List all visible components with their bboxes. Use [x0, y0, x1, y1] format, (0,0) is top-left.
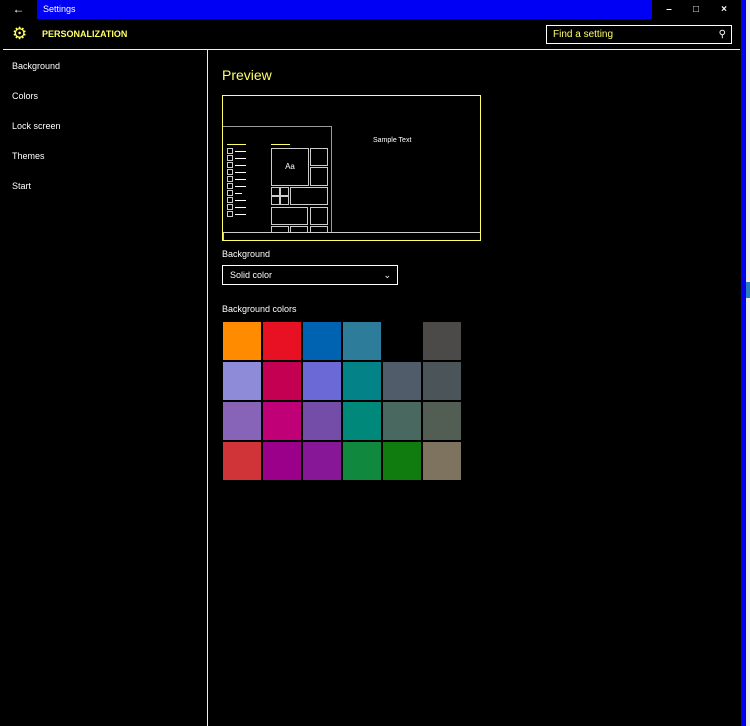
sidebar-item-themes[interactable]: Themes: [12, 151, 45, 161]
preview-list-box: [227, 169, 233, 175]
window-title: Settings: [37, 0, 652, 19]
preview-image: Aa Sample Text: [222, 95, 481, 241]
page-title: PERSONALIZATION: [42, 29, 128, 39]
color-swatch[interactable]: [263, 322, 301, 360]
preview-list-box: [227, 148, 233, 154]
sidebar-item-start[interactable]: Start: [12, 181, 31, 191]
color-swatch[interactable]: [383, 362, 421, 400]
search-placeholder: Find a setting: [553, 29, 614, 40]
desktop-background: [746, 0, 750, 726]
divider: [3, 49, 740, 50]
preview-list-box: [227, 155, 233, 161]
color-swatch[interactable]: [303, 362, 341, 400]
settings-window: ← Settings – □ × ⚙ PERSONALIZATION Find …: [0, 0, 741, 726]
search-input[interactable]: Find a setting ⚲: [546, 25, 732, 44]
preview-list-box: [227, 162, 233, 168]
gear-icon: ⚙: [12, 24, 28, 43]
color-swatch[interactable]: [343, 402, 381, 440]
preview-list-line: [235, 179, 246, 180]
chevron-down-icon: ⌄: [383, 270, 391, 280]
color-swatch[interactable]: [263, 402, 301, 440]
color-swatch[interactable]: [423, 402, 461, 440]
preview-list-line: [235, 151, 246, 152]
preview-list-line: [235, 200, 246, 201]
preview-list-line: [235, 158, 246, 159]
preview-list-line: [235, 214, 246, 215]
back-arrow-icon[interactable]: ←: [0, 0, 37, 19]
search-icon[interactable]: ⚲: [719, 26, 726, 43]
color-swatch[interactable]: [343, 322, 381, 360]
preview-list-line: [235, 172, 246, 173]
tile-text: Aa: [285, 162, 295, 171]
color-swatch[interactable]: [223, 442, 261, 480]
preview-list-line: [235, 186, 246, 187]
color-swatch[interactable]: [423, 322, 461, 360]
preview-title: Preview: [222, 67, 272, 83]
color-swatch[interactable]: [383, 402, 421, 440]
sidebar-item-background[interactable]: Background: [12, 61, 60, 71]
maximize-button[interactable]: □: [682, 0, 710, 19]
minimize-button[interactable]: –: [655, 0, 683, 19]
preview-list-line: [235, 193, 242, 194]
preview-list-line: [235, 207, 246, 208]
color-swatch[interactable]: [423, 442, 461, 480]
color-swatch[interactable]: [223, 362, 261, 400]
preview-list-box: [227, 197, 233, 203]
preview-list-box: [227, 204, 233, 210]
color-swatch[interactable]: [263, 362, 301, 400]
close-button[interactable]: ×: [710, 0, 738, 19]
sample-text: Sample Text: [373, 137, 412, 144]
sidebar-item-colors[interactable]: Colors: [12, 91, 38, 101]
divider: [207, 49, 208, 726]
color-swatch[interactable]: [303, 402, 341, 440]
preview-list-box: [227, 211, 233, 217]
background-dropdown[interactable]: Solid color ⌄: [222, 265, 398, 285]
preview-list-box: [227, 190, 233, 196]
color-swatch[interactable]: [263, 442, 301, 480]
color-swatch[interactable]: [223, 322, 261, 360]
color-swatch[interactable]: [343, 442, 381, 480]
color-swatch[interactable]: [383, 442, 421, 480]
preview-list-box: [227, 183, 233, 189]
background-label: Background: [222, 249, 271, 259]
color-swatch[interactable]: [303, 442, 341, 480]
preview-list-line: [235, 165, 246, 166]
background-colors-label: Background colors: [222, 304, 297, 314]
color-swatch[interactable]: [423, 362, 461, 400]
color-swatch[interactable]: [223, 402, 261, 440]
color-swatch[interactable]: [343, 362, 381, 400]
sidebar-item-lock-screen[interactable]: Lock screen: [12, 121, 61, 131]
color-swatch[interactable]: [383, 322, 421, 360]
background-value: Solid color: [230, 270, 273, 280]
header: ⚙ PERSONALIZATION Find a setting ⚲: [0, 19, 741, 49]
preview-list-box: [227, 176, 233, 182]
title-bar: ← Settings – □ ×: [0, 0, 741, 19]
color-swatch[interactable]: [303, 322, 341, 360]
